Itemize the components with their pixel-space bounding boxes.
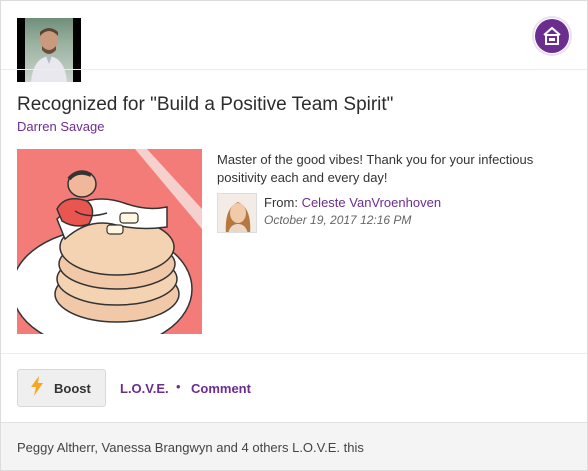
boost-label: Boost — [54, 380, 91, 396]
sender-name-link[interactable]: Celeste VanVroenhoven — [302, 195, 441, 210]
love-button[interactable]: L.O.V.E. — [120, 381, 169, 396]
house-badge-icon[interactable] — [532, 16, 572, 56]
recipient-name-link[interactable]: Darren Savage — [17, 119, 104, 134]
boost-button[interactable]: Boost — [17, 369, 106, 407]
love-summary[interactable]: Peggy Altherr, Vanessa Brangwyn and 4 ot… — [17, 440, 364, 455]
comment-button[interactable]: Comment — [191, 381, 251, 396]
sender-avatar[interactable] — [217, 193, 257, 233]
from-label: From: — [264, 195, 302, 210]
message-line-2: positivity each and every day! — [217, 170, 388, 185]
pancake-illustration — [17, 149, 202, 334]
from-line: From: Celeste VanVroenhoven — [264, 195, 441, 210]
header-divider — [1, 69, 587, 70]
recognition-message: Master of the good vibes! Thank you for … — [217, 151, 577, 187]
recognition-date: October 19, 2017 12:16 PM — [264, 213, 412, 227]
actions-divider — [1, 353, 587, 354]
lightning-bolt-icon — [30, 375, 44, 401]
recognition-card: Recognized for "Build a Positive Team Sp… — [0, 0, 588, 471]
recipient-photo — [25, 18, 73, 82]
message-line-1: Master of the good vibes! Thank you for … — [217, 152, 534, 167]
recognition-title: Recognized for "Build a Positive Team Sp… — [17, 94, 394, 115]
house-badge-inner — [535, 19, 569, 53]
recipient-avatar[interactable] — [17, 18, 81, 82]
love-footer: Peggy Altherr, Vanessa Brangwyn and 4 ot… — [1, 422, 587, 470]
action-separator: • — [176, 379, 181, 394]
